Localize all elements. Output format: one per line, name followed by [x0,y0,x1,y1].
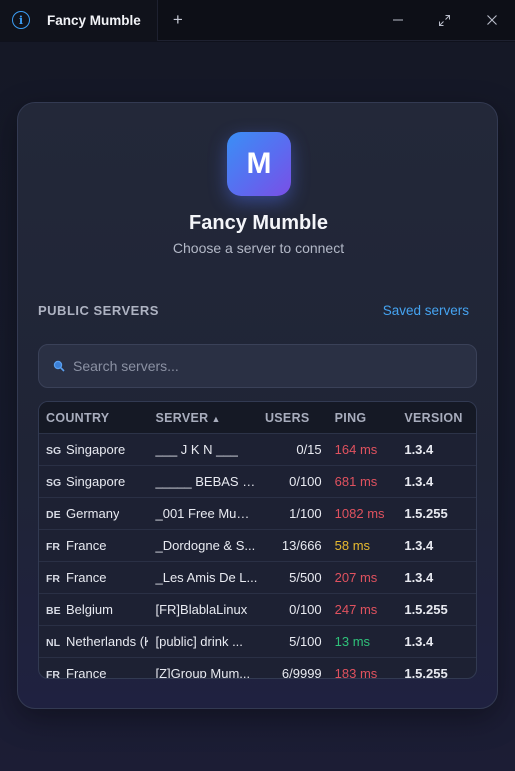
minimize-button[interactable] [374,0,421,41]
table-row[interactable]: SG Singapore ___ J K N ___ 0/15 164 ms 1.3.4 [39,434,476,466]
search-icon [53,360,65,372]
app-name: Fancy Mumble [189,212,328,234]
country-cell: FR France [39,666,148,679]
server-version: 1.3.4 [404,538,434,553]
column-header-ping[interactable]: PING [328,411,398,425]
country-cell: DE Germany [39,506,148,521]
table-row[interactable]: SG Singapore _____ BEBAS - ... 0/100 681 ms 1… [39,466,476,498]
country-cell: SG Singapore [39,442,148,457]
country-name: Singapore [66,442,126,457]
users-count: 13/666 [281,538,322,553]
users-count: 0/100 [289,474,322,489]
sort-ascending-icon: ▲ [211,413,221,424]
country-name: Netherlands (K [66,634,149,649]
country-cell: NL Netherlands (K [39,634,148,649]
country-name: France [66,570,107,585]
server-version: 1.3.4 [404,474,434,489]
server-name: _____ BEBAS - ... [155,474,258,489]
country-name: France [66,666,107,679]
server-version: 1.5.255 [404,666,448,679]
server-name: ___ J K N ___ [155,442,238,457]
search-box[interactable] [38,344,477,388]
server-name: [public] drink ... [155,634,243,649]
column-header-users[interactable]: USERS [258,411,328,425]
table-row[interactable]: NL Netherlands (K [public] drink ... 5/100 1… [39,626,476,658]
country-name: Singapore [66,474,126,489]
server-name: [Z]Group Mum... [155,666,251,679]
table-row[interactable]: FR France _Dordogne & S... 13/666 58 ms 1.3.4 [39,530,476,562]
table-body: SG Singapore ___ J K N ___ 0/15 164 ms 1.3.4 S… [39,434,476,679]
server-name: _001 Free Mum... [155,506,258,521]
search-input[interactable] [73,358,476,374]
server-version: 1.3.4 [404,442,434,457]
info-icon[interactable]: i [12,11,30,29]
server-name: [FR]BlablaLinux [155,602,248,617]
country-code: SG [46,477,62,489]
table-row[interactable]: DE Germany _001 Free Mum... 1/100 1082 ms 1.5… [39,498,476,530]
subtitle: Choose a server to connect [172,240,345,256]
ping-value: 164 ms [334,442,378,457]
table-header: COUNTRY SERVER ▲ USERS PING VERSION [39,402,476,434]
table-row[interactable]: FR France _Les Amis De L... 5/500 207 ms 1.3.… [39,562,476,594]
users-count: 0/15 [296,442,322,457]
tab-title: Fancy Mumble [47,12,141,28]
maximize-button[interactable] [421,0,468,41]
ping-value: 207 ms [334,570,378,585]
table-row[interactable]: FR France [Z]Group Mum... 6/9999 183 ms 1.5.2… [39,658,476,679]
close-button[interactable] [468,0,515,41]
users-count: 5/100 [289,634,322,649]
ping-value: 183 ms [334,666,378,679]
server-version: 1.5.255 [404,602,448,617]
server-browser-card: M Fancy Mumble Choose a server to connec… [17,102,498,709]
ping-value: 681 ms [334,474,378,489]
country-name: France [66,538,107,553]
country-code: SG [46,445,62,457]
column-header-server-label: SERVER [155,410,209,425]
server-name: _Les Amis De L... [155,570,258,585]
tab-fancy-mumble[interactable]: i Fancy Mumble [0,0,158,41]
expand-icon [439,14,450,26]
title-bar: i Fancy Mumble + [0,0,515,41]
column-header-server[interactable]: SERVER ▲ [148,411,257,425]
users-count: 0/100 [289,602,322,617]
ping-value: 247 ms [334,602,378,617]
country-cell: BE Belgium [39,602,148,617]
country-code: FR [46,573,60,585]
country-code: FR [46,541,60,553]
server-version: 1.3.4 [404,634,434,649]
country-code: DE [46,509,61,521]
section-title: PUBLIC SERVERS [38,303,159,318]
users-count: 5/500 [289,570,322,585]
window-controls [374,0,515,41]
ping-value: 58 ms [334,538,371,553]
country-name: Belgium [66,602,113,617]
ping-value: 1082 ms [334,506,385,521]
server-version: 1.3.4 [404,570,434,585]
country-cell: FR France [39,570,148,585]
country-code: BE [46,605,61,617]
minimize-icon [392,19,403,21]
new-tab-button[interactable]: + [158,0,198,41]
close-icon [486,15,497,25]
country-cell: SG Singapore [39,474,148,489]
country-name: Germany [66,506,120,521]
users-count: 6/9999 [281,666,322,679]
server-name: _Dordogne & S... [155,538,256,553]
saved-servers-link[interactable]: Saved servers [383,303,469,318]
column-header-version[interactable]: VERSION [397,411,476,425]
server-version: 1.5.255 [404,506,448,521]
country-code: FR [46,669,60,679]
server-table: COUNTRY SERVER ▲ USERS PING VERSION SG Sin… [38,401,477,679]
country-cell: FR France [39,538,148,553]
column-header-country[interactable]: COUNTRY [39,411,148,425]
ping-value: 13 ms [334,634,371,649]
table-row[interactable]: BE Belgium [FR]BlablaLinux 0/100 247 ms 1.5.2… [39,594,476,626]
users-count: 1/100 [289,506,322,521]
app-logo: M [227,132,291,196]
country-code: NL [46,637,60,649]
